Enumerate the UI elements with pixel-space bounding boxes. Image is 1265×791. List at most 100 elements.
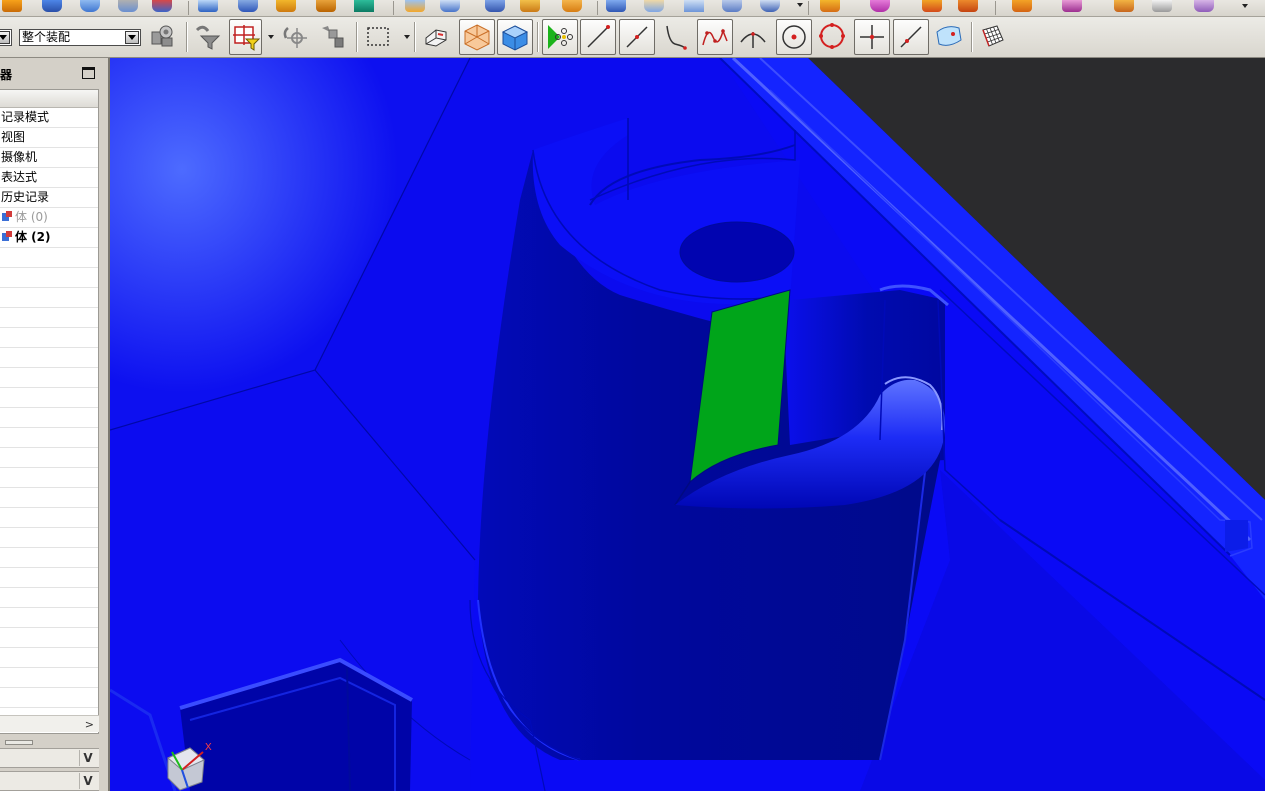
tree-node[interactable]: 历史记录 bbox=[0, 188, 98, 208]
cropped-toolbar-icon[interactable] bbox=[760, 0, 780, 12]
tree-node[interactable]: 记录模式 bbox=[0, 108, 98, 128]
part-navigator: 器 记录模式 视图 摄像机 表达式 历史记录体 (0) 体 (2) > V V bbox=[0, 58, 110, 791]
tree-empty-row bbox=[0, 688, 98, 708]
deselect-icon bbox=[322, 26, 344, 48]
assembly-selection-button[interactable] bbox=[145, 19, 181, 55]
curve-end-icon bbox=[666, 25, 687, 50]
cropped-toolbar-icon[interactable] bbox=[152, 0, 172, 12]
related-panel[interactable]: V bbox=[0, 748, 99, 768]
navigator-tree: 记录模式 视图摄像机表达式历史记录体 (0) 体 (2) bbox=[0, 89, 99, 734]
point-on-surface-button[interactable] bbox=[932, 19, 968, 55]
spline-point-icon bbox=[702, 28, 728, 46]
cropped-toolbar-icon[interactable] bbox=[276, 0, 296, 12]
cropped-toolbar-icon[interactable] bbox=[1194, 0, 1214, 12]
quadrant-point-button[interactable] bbox=[815, 19, 851, 55]
top-toolbar-strip bbox=[0, 0, 1265, 17]
cropped-toolbar-icon[interactable] bbox=[644, 0, 664, 12]
rectangle-select-icon bbox=[367, 27, 389, 46]
cropped-toolbar-icon[interactable] bbox=[80, 0, 100, 12]
selection-filter-dropdown[interactable] bbox=[0, 29, 12, 46]
cropped-toolbar-icon[interactable] bbox=[1062, 0, 1082, 12]
triad-x-label: X bbox=[205, 742, 212, 753]
cropped-toolbar-icon[interactable] bbox=[485, 0, 505, 12]
cropped-toolbar-icon[interactable] bbox=[118, 0, 138, 12]
point-filter-icon bbox=[233, 25, 261, 51]
assembly-selection-icon bbox=[151, 25, 173, 47]
cropped-toolbar-icon[interactable] bbox=[42, 0, 62, 12]
quadrant-point-icon bbox=[819, 23, 845, 49]
cropped-toolbar-icon[interactable] bbox=[870, 0, 890, 12]
snap-point-icon bbox=[548, 25, 573, 49]
cropped-toolbar-icon[interactable] bbox=[198, 0, 218, 12]
chevron-right-icon[interactable]: > bbox=[85, 718, 94, 731]
rectangle-select-button[interactable] bbox=[361, 19, 397, 55]
tree-node[interactable]: 视图 bbox=[0, 128, 98, 148]
cropped-toolbar-icon[interactable] bbox=[722, 0, 742, 12]
navigator-column-header[interactable] bbox=[0, 90, 98, 108]
intersection-point-icon bbox=[860, 25, 884, 49]
cropped-toolbar-icon[interactable] bbox=[520, 0, 540, 12]
intersection-point-button[interactable] bbox=[854, 19, 890, 55]
cropped-toolbar-icon[interactable] bbox=[405, 0, 425, 12]
arc-center-button[interactable] bbox=[736, 19, 772, 55]
wireframe-button[interactable] bbox=[419, 19, 455, 55]
line-midpoint-icon bbox=[626, 26, 648, 48]
chevron-down-icon[interactable] bbox=[0, 31, 10, 44]
line-midpoint-button[interactable] bbox=[619, 19, 655, 55]
selection-toolbar: 整个装配 bbox=[0, 17, 1265, 58]
spline-point-button[interactable] bbox=[697, 19, 733, 55]
snap-point-button[interactable] bbox=[542, 19, 578, 55]
tree-empty-row bbox=[0, 388, 98, 408]
cropped-toolbar-icon[interactable] bbox=[440, 0, 460, 12]
grid-button[interactable] bbox=[976, 19, 1012, 55]
circle-center-button[interactable] bbox=[776, 19, 812, 55]
arc-center-icon bbox=[740, 32, 766, 48]
cropped-toolbar-icon[interactable] bbox=[562, 0, 582, 12]
cropped-toolbar-icon[interactable] bbox=[1012, 0, 1032, 12]
cropped-toolbar-icon[interactable] bbox=[684, 0, 704, 12]
undo-selection-icon bbox=[283, 27, 307, 48]
face-select-button[interactable] bbox=[459, 19, 495, 55]
body-select-button[interactable] bbox=[497, 19, 533, 55]
cropped-toolbar-icon[interactable] bbox=[958, 0, 978, 12]
filter-button[interactable] bbox=[191, 19, 227, 55]
face-select-icon bbox=[464, 24, 490, 51]
splitter-handle[interactable] bbox=[0, 740, 99, 745]
cropped-toolbar-icon[interactable] bbox=[238, 0, 258, 12]
point-filter-button[interactable] bbox=[229, 19, 262, 55]
chevron-down-icon[interactable]: V bbox=[79, 773, 96, 789]
cropped-toolbar-icon[interactable] bbox=[606, 0, 626, 12]
tree-empty-row bbox=[0, 588, 98, 608]
cropped-toolbar-icon[interactable] bbox=[316, 0, 336, 12]
selection-scope-value: 整个装配 bbox=[22, 30, 71, 44]
selection-scope-dropdown[interactable]: 整个装配 bbox=[19, 29, 141, 46]
undo-selection-button[interactable] bbox=[277, 19, 313, 55]
chevron-down-icon[interactable] bbox=[125, 31, 139, 44]
curve-end-button[interactable] bbox=[658, 19, 694, 55]
cropped-toolbar-icon[interactable] bbox=[1114, 0, 1134, 12]
tree-empty-row bbox=[0, 608, 98, 628]
tree-node[interactable]: 摄像机 bbox=[0, 148, 98, 168]
horizontal-scrollbar[interactable]: > bbox=[0, 715, 99, 732]
cropped-toolbar-icon[interactable] bbox=[1152, 0, 1172, 12]
tree-node-label: 表达式 bbox=[1, 170, 38, 184]
point-on-curve-button[interactable] bbox=[893, 19, 929, 55]
body-select-icon bbox=[501, 25, 529, 51]
cropped-toolbar-icon[interactable] bbox=[354, 0, 374, 12]
line-snap-button[interactable] bbox=[580, 19, 616, 55]
dependency-panel[interactable]: V bbox=[0, 771, 99, 791]
cropped-toolbar-icon[interactable] bbox=[922, 0, 942, 12]
tree-node[interactable]: 体 (2) bbox=[0, 228, 98, 248]
cropped-toolbar-icon[interactable] bbox=[820, 0, 840, 12]
tree-node-label: 体 (0) bbox=[15, 210, 48, 224]
tree-empty-row bbox=[0, 408, 98, 428]
grid-icon bbox=[982, 25, 1004, 47]
deselect-button[interactable] bbox=[315, 19, 351, 55]
cropped-toolbar-icon[interactable] bbox=[2, 0, 22, 12]
tree-node[interactable]: 表达式 bbox=[0, 168, 98, 188]
tree-node-label: 摄像机 bbox=[1, 150, 38, 164]
graphics-window[interactable]: X bbox=[110, 58, 1265, 791]
maximize-icon[interactable] bbox=[82, 67, 95, 79]
tree-node[interactable]: 体 (0) bbox=[0, 208, 98, 228]
chevron-down-icon[interactable]: V bbox=[79, 750, 96, 766]
